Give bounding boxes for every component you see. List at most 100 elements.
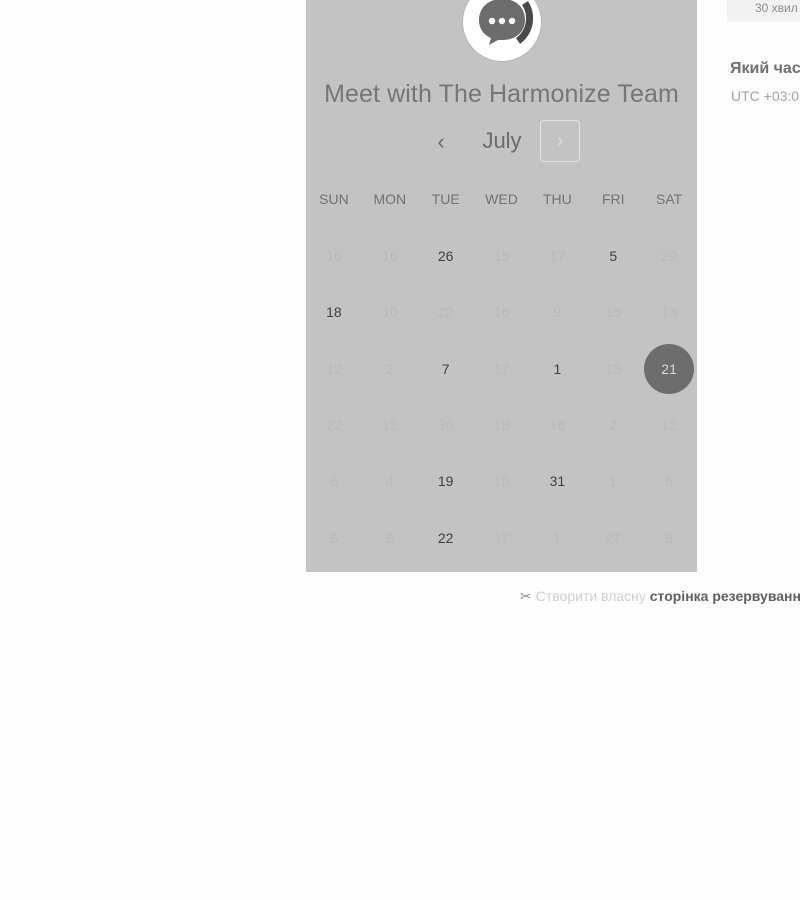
day-cell: 27 (585, 509, 641, 565)
day-cell: 30 (418, 397, 474, 453)
day-number: 2 (385, 360, 394, 377)
day-number: 22 (437, 529, 454, 546)
day-cell: 13 (585, 341, 641, 397)
day-number: 22 (437, 304, 454, 321)
day-number: 1 (553, 360, 562, 377)
day-cell: 29 (641, 228, 697, 284)
day-number: 6 (330, 529, 338, 546)
next-month-button[interactable]: › (540, 120, 580, 162)
day-number: 12 (661, 417, 677, 434)
day-number: 18 (326, 304, 342, 321)
day-number: 10 (493, 473, 510, 490)
weekday-label: THU (542, 191, 572, 207)
day-number: 5 (665, 473, 673, 490)
footer-strong-text: сторінка резервуванн (649, 588, 800, 604)
day-cell[interactable]: 22 (418, 509, 474, 565)
weekday-label: SAT (655, 191, 683, 207)
weekday-label: MON (373, 191, 407, 207)
day-number: 30 (437, 417, 454, 434)
timezone-selector[interactable]: UTC +03:0 (731, 88, 799, 104)
day-cell: 9 (529, 284, 585, 340)
day-number: 4 (385, 473, 394, 490)
day-number: 17 (493, 360, 510, 377)
duration-text: 30 хвил (755, 1, 798, 15)
day-cell[interactable]: 26 (418, 228, 474, 284)
day-number: 7 (441, 360, 450, 377)
create-booking-page-link[interactable]: ✂ Створити власну сторінка резервуванн (520, 588, 800, 605)
day-cell: 17 (474, 341, 530, 397)
calendar-week-row: 22 12 30 18 16 2 12 (306, 397, 697, 453)
day-cell: 1 (529, 509, 585, 565)
day-number: 15 (605, 304, 622, 321)
footer-plain-text: Створити власну (535, 588, 646, 604)
day-cell: 1 (585, 453, 641, 509)
day-cell[interactable]: 7 (418, 341, 474, 397)
day-number: 16 (326, 248, 342, 265)
day-cell: 6 (306, 453, 362, 509)
day-number: 10 (382, 304, 398, 321)
sparkle-icon: ✂ (520, 588, 532, 604)
day-cell: 17 (529, 228, 585, 284)
day-cell[interactable]: 5 (585, 228, 641, 284)
day-cell: 16 (306, 228, 362, 284)
weekday-header: SUN MON TUE WED THU FRI SAT (306, 191, 697, 207)
day-number: 27 (605, 529, 622, 546)
day-cell: 8 (641, 509, 697, 565)
day-cell: 12 (362, 397, 418, 453)
month-label: July (482, 128, 522, 153)
day-cell: 16 (529, 397, 585, 453)
day-number: 12 (382, 417, 398, 434)
day-cell: 10 (362, 284, 418, 340)
page-title: Meet with The Harmonize Team (324, 80, 679, 108)
day-cell: 18 (474, 397, 530, 453)
prev-month-button[interactable]: ‹ (426, 121, 456, 163)
day-number: 5 (609, 248, 618, 265)
day-cell[interactable]: 31 (529, 453, 585, 509)
day-cell: 6 (362, 509, 418, 565)
day-cell: 4 (362, 453, 418, 509)
day-cell: 16 (474, 284, 530, 340)
day-number: 16 (493, 304, 510, 321)
day-cell[interactable]: 19 (418, 453, 474, 509)
weekday-label: WED (485, 191, 518, 207)
day-cell: 6 (306, 509, 362, 565)
day-cell: 12 (641, 397, 697, 453)
day-number: 9 (553, 304, 562, 321)
day-number: 22 (326, 417, 342, 434)
selected-day-cell[interactable]: 21 (641, 341, 697, 397)
calendar-week-row: 6 4 19 10 31 1 5 (306, 453, 697, 509)
day-number: 16 (382, 248, 398, 265)
calendar-week-row: 16 16 26 15 17 5 29 (306, 228, 697, 284)
day-cell: 12 (306, 341, 362, 397)
calendar-week-row: 6 6 22 17 1 27 8 (306, 509, 697, 565)
weekday-label: SUN (319, 191, 349, 207)
day-cell: 2 (585, 397, 641, 453)
day-number: 15 (493, 248, 510, 265)
day-number: 16 (549, 417, 566, 434)
day-cell[interactable]: 1 (529, 341, 585, 397)
day-number: 6 (385, 529, 394, 546)
day-number: 13 (661, 304, 677, 321)
calendar-grid: 16 16 26 15 17 5 29 18 10 22 16 9 15 13 12 2 7 17 1 13 21 22 1… (306, 228, 697, 566)
day-cell[interactable]: 18 (306, 284, 362, 340)
chevron-left-icon: ‹ (437, 129, 445, 154)
chevron-right-icon: › (556, 129, 564, 152)
day-number: 13 (605, 360, 622, 377)
calendar-week-row: 18 10 22 16 9 15 13 (306, 284, 697, 340)
day-number: 6 (330, 473, 338, 490)
weekday-label: TUE (431, 191, 460, 207)
day-cell: 22 (418, 284, 474, 340)
day-cell: 16 (362, 228, 418, 284)
day-number: 8 (665, 529, 673, 546)
day-cell: 15 (585, 284, 641, 340)
day-cell: 10 (474, 453, 530, 509)
day-cell: 17 (474, 509, 530, 565)
day-cell: 13 (641, 284, 697, 340)
team-avatar (463, 0, 541, 61)
day-cell: 5 (641, 453, 697, 509)
day-number: 1 (609, 473, 618, 490)
day-number: 2 (609, 417, 618, 434)
day-number: 12 (326, 360, 342, 377)
day-number: 18 (493, 417, 510, 434)
chat-bubble-icon (479, 0, 534, 45)
